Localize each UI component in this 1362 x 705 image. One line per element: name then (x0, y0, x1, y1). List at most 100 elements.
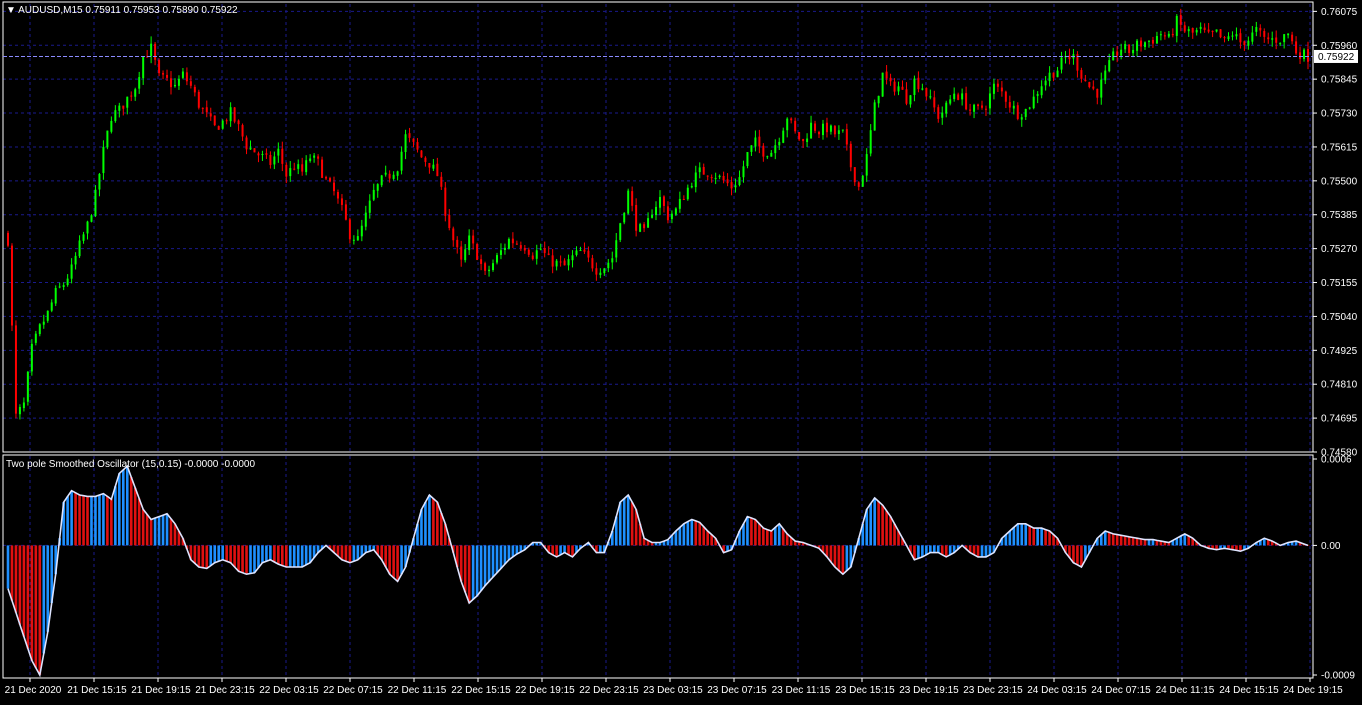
oscillator-bar (241, 545, 244, 573)
candle-up (698, 167, 701, 173)
candle-up (507, 238, 510, 249)
oscillator-bar (1123, 536, 1127, 546)
oscillator-bar (706, 531, 709, 546)
candle-down (933, 97, 936, 108)
oscillator-bar (229, 545, 232, 563)
candle-down (1080, 70, 1083, 79)
candle-down (1004, 91, 1007, 102)
ohlc-values: 0.75911 0.75953 0.75890 0.75922 (85, 5, 238, 16)
candle-down (213, 115, 216, 126)
candle-down (436, 163, 439, 177)
candle-down (185, 72, 188, 82)
oscillator-bar (1008, 531, 1012, 546)
candle-down (1295, 41, 1298, 54)
oscillator-bar (917, 545, 920, 559)
x-tick-label: 21 Dec 15:15 (67, 685, 127, 696)
candle-up (567, 259, 570, 266)
candle-down (1183, 25, 1186, 32)
oscillator-bar (940, 545, 944, 555)
oscillator-bar (38, 545, 42, 675)
candle-down (237, 120, 240, 125)
candle-up (742, 166, 745, 178)
oscillator-bar (157, 516, 161, 546)
oscillator-bar (944, 545, 948, 557)
candle-up (639, 224, 642, 232)
oscillator-bar (694, 520, 698, 546)
candle-up (599, 272, 602, 276)
candle-down (424, 157, 427, 162)
candle-up (786, 118, 789, 131)
oscillator-bar (273, 545, 276, 562)
candle-down (440, 176, 443, 187)
candle-down (1307, 49, 1309, 62)
oscillator-bar (495, 545, 499, 573)
oscillator-bar (773, 527, 777, 546)
candle-down (293, 168, 296, 170)
oscillator-bar (288, 545, 292, 567)
oscillator-bar (678, 527, 682, 546)
candle-down (480, 259, 483, 264)
trading-chart[interactable]: 21 Dec 2020 21 Dec 15:15 21 Dec 19:15 21 De… (0, 0, 1362, 700)
y-tick-label: 0.75270 (1321, 244, 1358, 255)
candle-down (984, 108, 987, 110)
symbol-label: AUDUSD,M15 (18, 5, 83, 16)
oscillator-bar (1076, 545, 1079, 565)
candle-up (368, 200, 371, 213)
candle-up (432, 164, 435, 169)
oscillator-bar (1103, 531, 1107, 546)
candle-up (686, 187, 689, 200)
candle-up (694, 172, 697, 188)
oscillator-bar (483, 545, 487, 586)
oscillator-bar (754, 519, 757, 546)
candle-up (1279, 43, 1282, 45)
y-tick-label: 0.75385 (1321, 210, 1358, 221)
candle-up (372, 189, 375, 200)
candle-up (678, 198, 681, 209)
oscillator-bar (988, 545, 992, 555)
oscillator-bar (766, 529, 769, 546)
candle-up (126, 96, 129, 108)
x-tick-label: 23 Dec 23:15 (963, 685, 1023, 696)
candle-down (845, 129, 848, 145)
candle-down (416, 142, 419, 150)
chart-menu-triangle-icon[interactable]: ▼ (6, 5, 16, 16)
oscillator-bar (781, 528, 785, 546)
oscillator-bar (682, 523, 686, 546)
candle-up (1132, 49, 1135, 54)
candle-down (969, 109, 972, 111)
oscillator-bar (284, 545, 288, 567)
candle-up (774, 145, 777, 154)
candle-up (897, 86, 900, 92)
oscillator-bar (559, 545, 562, 555)
candle-up (1144, 42, 1147, 47)
oscillator-bar (463, 545, 467, 593)
candle-down (885, 71, 888, 79)
candle-down (209, 113, 212, 117)
candle-up (1251, 32, 1254, 42)
oscillator-bar (193, 545, 197, 564)
oscillator-bar (30, 545, 34, 661)
candle-down (730, 182, 733, 189)
oscillator-bar (141, 509, 145, 546)
x-tick-label: 24 Dec 03:15 (1027, 685, 1087, 696)
chart-svg[interactable]: 21 Dec 2020 21 Dec 15:15 21 Dec 19:15 21 De… (0, 0, 1362, 700)
oscillator-bar (70, 490, 73, 546)
candle-up (619, 223, 622, 240)
candle-down (7, 232, 9, 246)
oscillator-bar (1107, 532, 1111, 546)
candle-down (201, 107, 204, 109)
y-tick-label: 0.76075 (1321, 7, 1358, 18)
oscillator-bar (137, 498, 141, 546)
candle-up (249, 147, 252, 150)
candle-down (122, 105, 125, 109)
candle-down (130, 95, 133, 97)
oscillator-bar (503, 545, 507, 565)
candle-up (74, 255, 77, 265)
candle-up (746, 152, 749, 167)
candle-down (428, 162, 431, 168)
candle-down (706, 175, 709, 177)
oscillator-bar (1131, 537, 1135, 546)
candle-down (1171, 33, 1174, 36)
candle-down (336, 192, 339, 199)
oscillator-bar (249, 545, 252, 574)
